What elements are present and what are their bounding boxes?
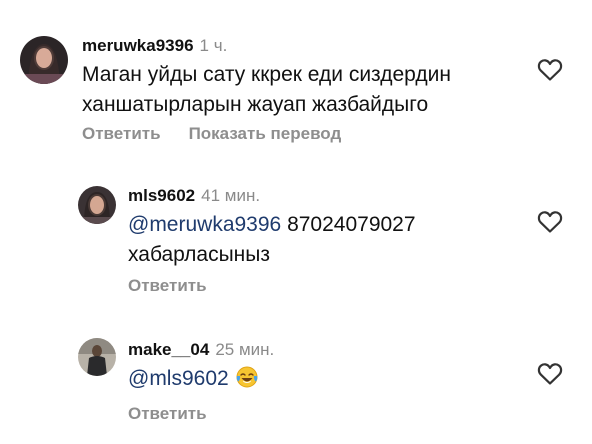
reply-button[interactable]: Ответить bbox=[128, 276, 207, 296]
comment-actions: Ответить bbox=[128, 404, 235, 424]
comment-actions: Ответить Показать перевод bbox=[82, 124, 369, 144]
comment-text-line: @meruwka9396 87024079027 bbox=[128, 210, 416, 240]
avatar-image bbox=[20, 36, 68, 84]
avatar[interactable] bbox=[78, 186, 116, 224]
reply-button[interactable]: Ответить bbox=[82, 124, 161, 144]
timestamp: 41 мин. bbox=[201, 186, 261, 205]
comment-text-line: ханшатырларын жауап жазбайдыго bbox=[82, 93, 429, 116]
heart-outline-icon[interactable] bbox=[537, 362, 563, 386]
heart-outline-icon[interactable] bbox=[537, 58, 563, 82]
comment-header: meruwka9396 1 ч. bbox=[82, 36, 227, 56]
comment-text: @meruwka9396 87024079027 хабарласыныз bbox=[128, 210, 416, 270]
mention-link[interactable]: @mls9602 bbox=[128, 367, 229, 390]
username[interactable]: mls9602 bbox=[128, 186, 195, 205]
comment-text-line: хабарласыныз bbox=[128, 243, 270, 266]
comment-text: @mls9602 bbox=[128, 364, 259, 394]
username[interactable]: meruwka9396 bbox=[82, 36, 194, 55]
avatar[interactable] bbox=[78, 338, 116, 376]
comment-text: Маган уйды сату ккрек еди сиздердин ханш… bbox=[82, 60, 451, 120]
mention-link[interactable]: @meruwka9396 bbox=[128, 213, 281, 236]
comment-text-line: Маган уйды сату ккрек еди сиздердин bbox=[82, 63, 451, 86]
phone-number: 87024079027 bbox=[281, 213, 416, 236]
timestamp: 1 ч. bbox=[199, 36, 228, 55]
comment-header: make__04 25 мин. bbox=[128, 340, 274, 360]
avatar-image bbox=[78, 338, 116, 376]
show-translation-button[interactable]: Показать перевод bbox=[189, 124, 342, 144]
avatar[interactable] bbox=[20, 36, 68, 84]
comment-actions: Ответить bbox=[128, 276, 235, 296]
timestamp: 25 мин. bbox=[215, 340, 275, 359]
comment-text-line: @mls9602 bbox=[128, 364, 259, 394]
heart-outline-icon[interactable] bbox=[537, 210, 563, 234]
face-with-tears-of-joy-emoji bbox=[236, 366, 258, 388]
comment-header: mls9602 41 мин. bbox=[128, 186, 260, 206]
username[interactable]: make__04 bbox=[128, 340, 209, 359]
avatar-image bbox=[78, 186, 116, 224]
reply-button[interactable]: Ответить bbox=[128, 404, 207, 424]
